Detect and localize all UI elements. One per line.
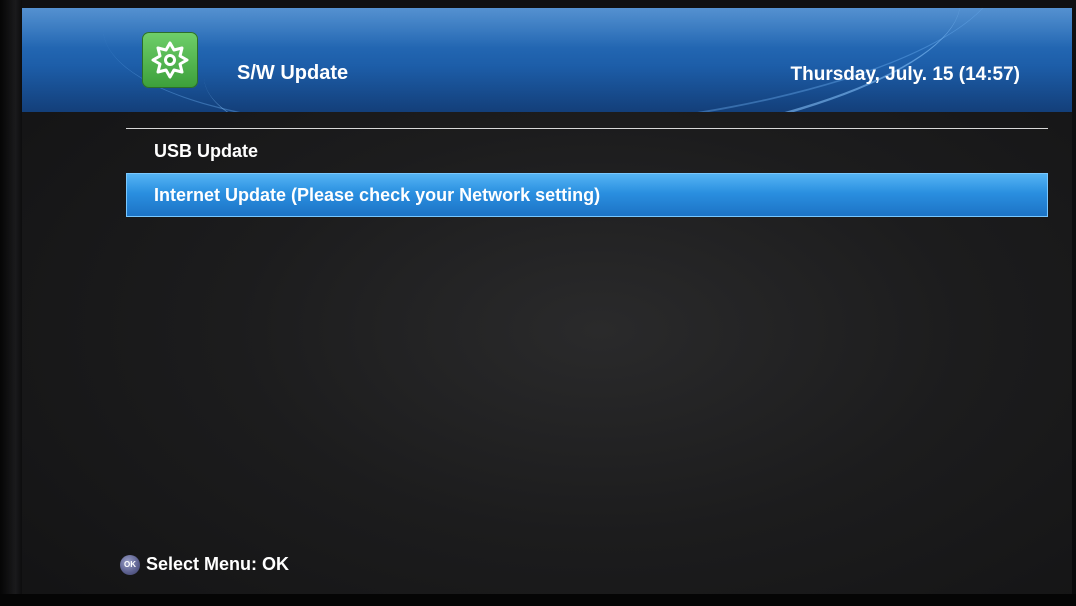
menu-item-usb-update[interactable]: USB Update: [126, 129, 1048, 173]
ok-button-icon: OK: [120, 554, 140, 575]
header-bar: S/W Update Thursday, July. 15 (14:57): [22, 8, 1072, 112]
menu-item-internet-update[interactable]: Internet Update (Please check your Netwo…: [126, 173, 1048, 217]
footer-hint-text: Select Menu: OK: [146, 554, 290, 574]
date-time-display: Thursday, July. 15 (14:57): [790, 64, 1021, 85]
footer-hint: OK Select Menu: OK: [120, 554, 289, 575]
tv-bezel-left: [0, 0, 22, 606]
tv-bezel-bottom: [0, 594, 1076, 606]
update-gear-icon: [142, 32, 198, 88]
update-menu: USB Update Internet Update (Please check…: [126, 128, 1048, 217]
tv-screen: S/W Update Thursday, July. 15 (14:57) US…: [22, 8, 1072, 594]
header-swoosh: [192, 8, 972, 112]
page-title: S/W Update: [237, 62, 349, 84]
